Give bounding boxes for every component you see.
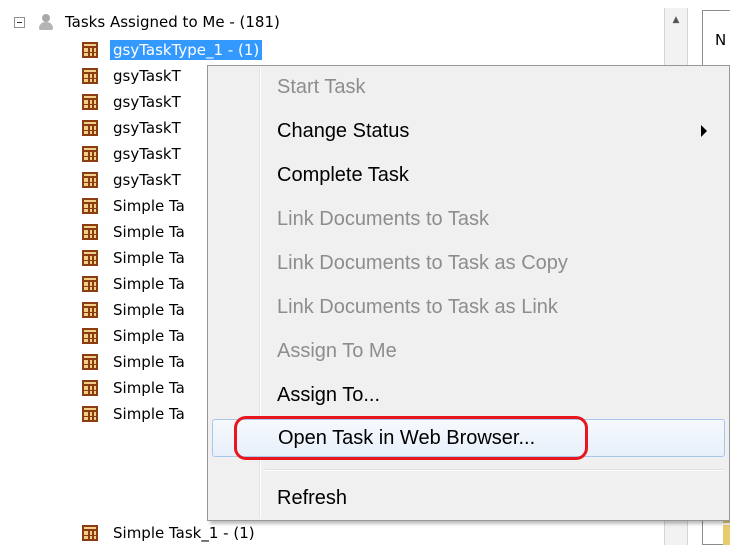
tree-item-label: Simple Ta [113,275,185,293]
menu-item-label: Link Documents to Task as Link [277,295,558,318]
menu-item-assign-to[interactable]: Assign To... [212,378,725,412]
calendar-icon [82,42,98,58]
menu-item-link-documents-copy: Link Documents to Task as Copy [212,246,725,280]
menu-item-link-documents-link: Link Documents to Task as Link [212,290,725,324]
tree-item-label: gsyTaskT [113,171,181,189]
tree-item-label: Simple Ta [113,223,185,241]
calendar-icon [82,198,98,214]
screenshot-stage: Tasks Assigned to Me - (181) gsyTaskType… [0,0,730,545]
tree-root-label: Tasks Assigned to Me - (181) [65,13,280,31]
menu-item-label: Complete Task [277,163,409,186]
tree-item[interactable]: Simple Ta [82,402,188,426]
side-panel-label: N [715,31,727,49]
menu-item-assign-to-me: Assign To Me [212,334,725,368]
scroll-up-button[interactable]: ▲ [665,8,687,32]
menu-item-link-documents: Link Documents to Task [212,202,725,236]
tree-item-label: Simple Ta [113,353,185,371]
context-menu: Start Task Change Status Complete Task L… [207,65,730,521]
tree-item-label: Simple Ta [113,405,185,423]
tree-item-label: gsyTaskT [113,145,181,163]
tree-item-label: gsyTaskT [113,67,181,85]
user-icon [37,13,55,31]
tree-item[interactable]: Simple Ta [82,376,188,400]
menu-item-complete-task[interactable]: Complete Task [212,158,725,192]
tree-item[interactable]: gsyTaskT [82,64,184,88]
calendar-icon [82,120,98,136]
submenu-arrow-icon [701,125,707,137]
menu-item-label: Link Documents to Task as Copy [277,251,568,274]
menu-separator [265,469,725,471]
tree-item[interactable]: gsyTaskT [82,142,184,166]
tree-item[interactable]: Simple Ta [82,324,188,348]
calendar-icon [82,172,98,188]
calendar-icon [82,276,98,292]
menu-item-label: Change Status [277,119,410,142]
calendar-icon [82,224,98,240]
menu-item-label: Assign To Me [277,339,397,362]
tree-item[interactable]: gsyTaskT [82,90,184,114]
tree-item-label: Simple Ta [113,249,185,267]
tree-item[interactable]: Simple Ta [82,246,188,270]
calendar-icon [82,146,98,162]
tree-item-label: Simple Ta [113,379,185,397]
tree-item[interactable]: Simple Ta [82,298,188,322]
tree-item[interactable]: Simple Ta [82,350,188,374]
menu-item-change-status[interactable]: Change Status [212,114,725,148]
calendar-icon [82,406,98,422]
calendar-icon [82,250,98,266]
collapse-icon[interactable] [14,16,25,28]
tree-item-label: Simple Ta [113,301,185,319]
tree-item[interactable]: Simple Ta [82,272,188,296]
calendar-icon [82,328,98,344]
menu-item-label: Assign To... [277,383,381,406]
tree-item-label: Simple Ta [113,197,185,215]
menu-item-refresh[interactable]: Refresh [212,481,725,515]
menu-item-label: Open Task in Web Browser... [278,426,536,449]
calendar-icon [82,302,98,318]
tree-item[interactable]: gsyTaskType_1 - (1) [82,38,263,62]
tree-item[interactable]: gsyTaskT [82,116,184,140]
tree-item-label: Simple Ta [113,327,185,345]
calendar-icon [82,354,98,370]
menu-item-open-in-browser[interactable]: Open Task in Web Browser... [212,419,725,457]
menu-item-label: Refresh [277,486,348,509]
tree-item-label: gsyTaskType_1 - (1) [110,40,263,60]
tree-item-label: gsyTaskT [113,93,181,111]
calendar-icon [82,380,98,396]
tree-item[interactable]: Simple Ta [82,220,188,244]
calendar-icon [82,94,98,110]
tree-root-node[interactable]: Tasks Assigned to Me - (181) [14,10,280,34]
tree-item[interactable]: Simple Ta [82,194,188,218]
tree-item[interactable]: gsyTaskT [82,168,184,192]
calendar-icon [82,525,98,541]
tree-item-label: gsyTaskT [113,119,181,137]
calendar-icon [82,68,98,84]
menu-item-label: Link Documents to Task [277,207,489,230]
menu-item-start-task: Start Task [212,70,725,104]
menu-item-label: Start Task [277,75,366,98]
tree-item-label: Simple Task_1 - (1) [113,524,255,542]
tree-item[interactable]: Simple Task_1 - (1) [82,521,258,545]
